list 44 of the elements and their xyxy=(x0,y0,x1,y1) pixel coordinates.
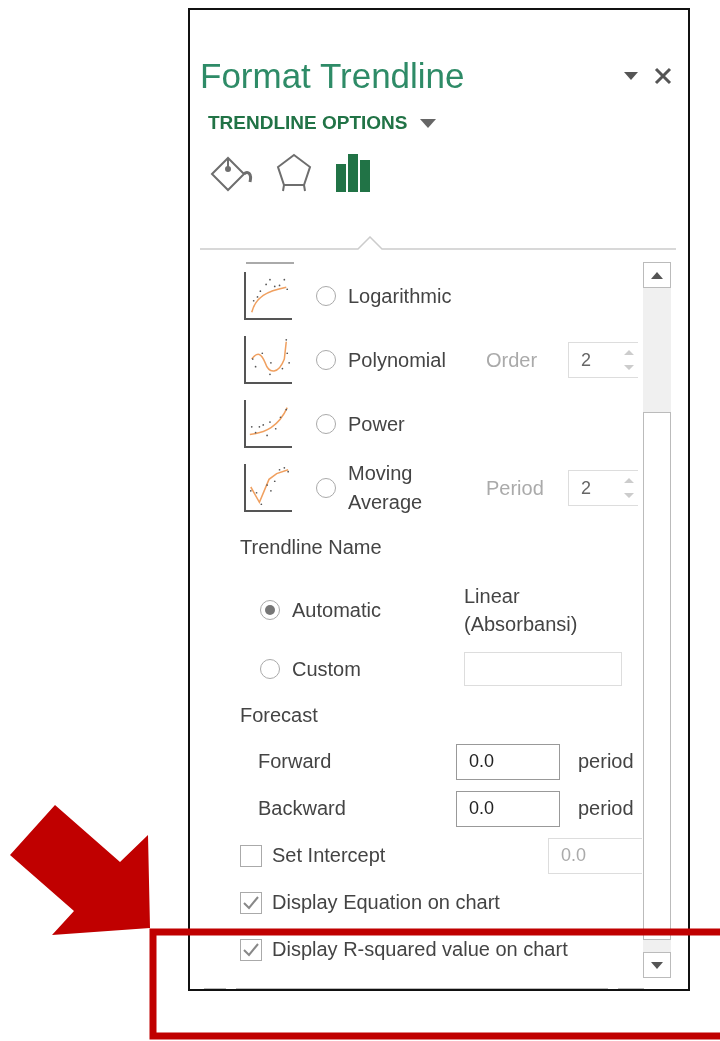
checkbox[interactable] xyxy=(240,938,262,961)
section-heading: Forecast xyxy=(239,703,319,728)
option-label: Order xyxy=(486,348,539,372)
pentagon-icon[interactable] xyxy=(274,152,314,192)
forecast-label: Backward xyxy=(258,797,347,820)
trendline-type-label[interactable]: Power xyxy=(348,409,486,439)
trendline-chart-icon xyxy=(244,336,292,384)
trendline-type-label[interactable]: Moving Average xyxy=(348,459,486,517)
radio-label[interactable]: Automatic xyxy=(292,598,452,622)
trendline-chart-icon xyxy=(244,272,292,320)
scroll-down-button[interactable] xyxy=(643,952,671,978)
unit-label: period xyxy=(578,797,634,820)
trendline-type-label[interactable]: Polynomial xyxy=(348,345,486,375)
dropdown-caret-icon[interactable] xyxy=(624,72,638,80)
trendline-type-label[interactable]: Logarithmic xyxy=(348,281,486,311)
section-heading: Trendline Name xyxy=(239,535,383,560)
radio-button[interactable] xyxy=(316,478,336,498)
checkbox-label[interactable]: Display R-squared value on chart xyxy=(272,938,568,961)
radio-label[interactable]: Custom xyxy=(292,657,452,681)
trendline-chart-icon xyxy=(244,464,292,512)
radio-button[interactable] xyxy=(316,414,336,434)
checkbox[interactable] xyxy=(240,891,262,914)
close-icon[interactable] xyxy=(654,67,672,85)
forecast-input-field[interactable]: 0.0 xyxy=(456,743,560,780)
scroll-up-icon[interactable] xyxy=(651,271,663,279)
trendline-chart-icon xyxy=(244,400,292,448)
scroll-up-button[interactable] xyxy=(643,262,671,288)
caret-icon[interactable] xyxy=(419,118,436,128)
name-input-field[interactable] xyxy=(464,652,622,686)
scroll-down-icon[interactable] xyxy=(651,961,663,969)
scrollbar-thumb[interactable] xyxy=(643,412,671,940)
checkbox-label[interactable]: Display Equation on chart xyxy=(272,891,500,914)
unit-label: period xyxy=(578,750,634,773)
radio-button[interactable] xyxy=(316,350,336,370)
pane-title: Format Trendline xyxy=(200,55,466,97)
radio-button[interactable] xyxy=(260,600,280,620)
forecast-input-field[interactable]: 0.0 xyxy=(456,790,560,827)
trendline-name-value: Linear (Absorbansi) xyxy=(464,584,579,637)
forecast-label: Forward xyxy=(258,750,333,773)
section-title[interactable]: TRENDLINE OPTIONS xyxy=(208,112,408,134)
option-label: Period xyxy=(486,476,545,500)
radio-button[interactable] xyxy=(260,659,280,679)
vertical-scrollbar[interactable] xyxy=(643,262,671,978)
radio-button[interactable] xyxy=(316,286,336,306)
